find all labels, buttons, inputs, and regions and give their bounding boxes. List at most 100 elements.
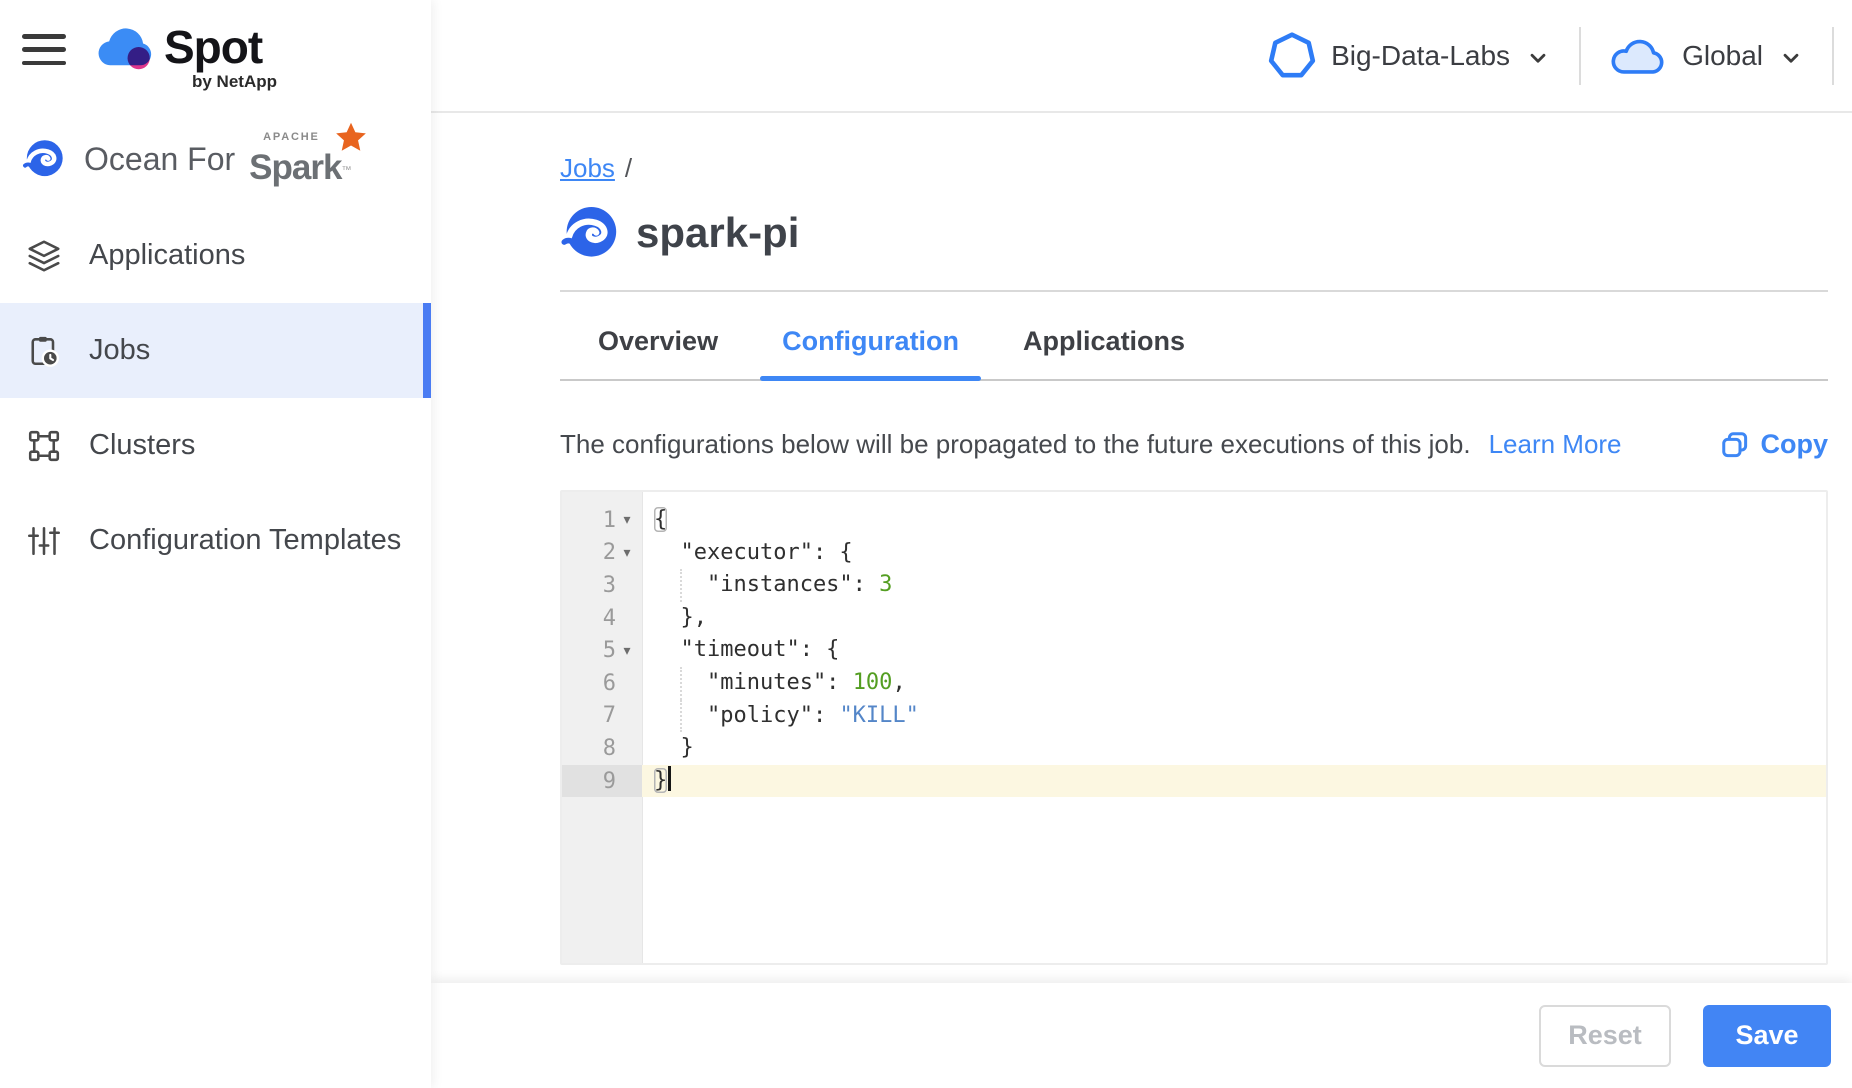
code-token: "instances":	[654, 572, 879, 597]
code-token: "timeout": {	[654, 637, 839, 662]
sidebar-item-label: Applications	[89, 239, 245, 272]
code-text[interactable]: }	[642, 732, 1826, 765]
fold-toggle-icon[interactable]: ▾	[616, 643, 638, 659]
config-description: The configurations below will be propaga…	[560, 429, 1471, 460]
code-line-7: 7▾ "policy": "KILL"	[562, 700, 1826, 733]
fold-toggle-icon[interactable]: ▾	[616, 545, 638, 561]
sidebar-item-ocean-for-spark[interactable]: Ocean For APACHE Spark™	[0, 118, 431, 200]
apache-label: APACHE	[263, 131, 319, 143]
description-row: The configurations below will be propaga…	[560, 429, 1828, 460]
scope-picker-label: Global	[1682, 40, 1763, 72]
product-name: Ocean For	[84, 141, 235, 178]
title-row: spark-pi	[560, 204, 1828, 262]
hamburger-menu-icon[interactable]	[22, 34, 66, 65]
apache-spark-logo: APACHE Spark™	[249, 130, 361, 188]
code-text[interactable]: "executor": {	[642, 537, 1826, 570]
spot-cloud-icon	[92, 24, 156, 71]
code-text[interactable]: }	[642, 765, 1826, 798]
code-line-4: 4▾ },	[562, 602, 1826, 635]
code-token: ,	[892, 670, 905, 695]
line-number: 7	[603, 703, 616, 728]
footer-actions: Reset Save	[431, 983, 1852, 1088]
gutter: 1▾	[562, 504, 642, 537]
page-title: spark-pi	[636, 209, 799, 257]
chevron-down-icon	[1525, 45, 1551, 71]
gutter: 4▾	[562, 602, 642, 635]
code-token: },	[654, 605, 707, 630]
clusters-icon	[25, 427, 63, 465]
text-cursor	[668, 766, 671, 791]
fold-toggle-icon[interactable]: ▾	[616, 512, 638, 528]
spot-logo-subtext: by NetApp	[192, 72, 277, 92]
gutter: 9▾	[562, 765, 642, 798]
breadcrumb: Jobs /	[560, 153, 1828, 184]
code-text[interactable]: {	[642, 504, 1826, 537]
code-line-8: 8▾ }	[562, 732, 1826, 765]
page-content: Jobs / spark-pi Overview Configuration Appl…	[431, 113, 1852, 983]
code-line-6: 6▾ "minutes": 100,	[562, 667, 1826, 700]
copy-icon	[1720, 430, 1750, 460]
gutter: 5▾	[562, 634, 642, 667]
reset-button[interactable]: Reset	[1539, 1005, 1671, 1067]
breadcrumb-separator: /	[625, 153, 632, 183]
tab-configuration[interactable]: Configuration	[760, 326, 981, 379]
sidebar: Spot by NetApp Ocean For APACHE Spark™ A…	[0, 0, 431, 1088]
code-line-2: 2▾ "executor": {	[562, 537, 1826, 570]
json-editor[interactable]: 1▾{2▾ "executor": {3▾ "instances": 34▾ }…	[560, 490, 1828, 965]
topbar-divider	[1832, 27, 1834, 85]
save-button[interactable]: Save	[1703, 1005, 1831, 1067]
topbar: Big-Data-Labs Global	[431, 0, 1852, 113]
code-token: 100	[853, 670, 893, 695]
ocean-wave-icon	[22, 138, 64, 180]
line-number: 4	[603, 606, 616, 631]
code-token: "executor": {	[654, 540, 853, 565]
copy-button-label: Copy	[1761, 429, 1829, 460]
sidebar-item-configuration-templates[interactable]: Configuration Templates	[0, 493, 431, 588]
code-text[interactable]: "instances": 3	[642, 569, 1826, 602]
gutter: 6▾	[562, 667, 642, 700]
copy-button[interactable]: Copy	[1720, 429, 1829, 460]
tab-overview[interactable]: Overview	[576, 326, 740, 379]
gutter: 2▾	[562, 537, 642, 570]
clipboard-clock-icon	[25, 332, 63, 370]
sidebar-item-applications[interactable]: Applications	[0, 208, 431, 303]
code-text[interactable]: "minutes": 100,	[642, 667, 1826, 700]
line-number: 3	[603, 573, 616, 598]
layers-icon	[25, 237, 63, 275]
title-divider	[560, 290, 1828, 292]
sidebar-item-jobs[interactable]: Jobs	[0, 303, 431, 398]
scope-picker[interactable]: Global	[1609, 35, 1804, 77]
code-text[interactable]: },	[642, 602, 1826, 635]
org-picker[interactable]: Big-Data-Labs	[1268, 32, 1551, 80]
chevron-down-icon	[1778, 45, 1804, 71]
gutter: 7▾	[562, 700, 642, 733]
code-line-9: 9▾}	[562, 765, 1826, 798]
code-token: }	[654, 735, 694, 760]
sidebar-nav: Applications Jobs Clusters Configuration Te…	[0, 208, 431, 588]
line-number: 6	[603, 671, 616, 696]
line-number: 1	[603, 508, 616, 533]
tab-applications[interactable]: Applications	[1001, 326, 1207, 379]
code-token: "minutes":	[654, 670, 853, 695]
matched-bracket: }	[654, 768, 667, 793]
sliders-icon	[25, 522, 63, 560]
code-text[interactable]: "timeout": {	[642, 634, 1826, 667]
ocean-wave-icon	[560, 204, 618, 262]
sidebar-item-clusters[interactable]: Clusters	[0, 398, 431, 493]
learn-more-link[interactable]: Learn More	[1489, 429, 1622, 460]
tab-bar: Overview Configuration Applications	[560, 326, 1828, 381]
topbar-divider	[1579, 27, 1581, 85]
breadcrumb-jobs-link[interactable]: Jobs	[560, 153, 615, 183]
spot-logo: Spot by NetApp	[92, 20, 277, 92]
sidebar-item-label: Clusters	[89, 429, 195, 462]
code-line-3: 3▾ "instances": 3	[562, 569, 1826, 602]
code-line-1: 1▾{	[562, 504, 1826, 537]
line-number: 5	[603, 638, 616, 663]
indent-guide	[680, 569, 682, 602]
main-area: Big-Data-Labs Global Jobs / spark-pi Over…	[431, 0, 1852, 1088]
trademark: ™	[341, 165, 350, 176]
line-number: 9	[603, 769, 616, 794]
app-window: Spot by NetApp Ocean For APACHE Spark™ A…	[0, 0, 1852, 1088]
code-text[interactable]: "policy": "KILL"	[642, 700, 1826, 733]
org-picker-label: Big-Data-Labs	[1331, 40, 1510, 72]
